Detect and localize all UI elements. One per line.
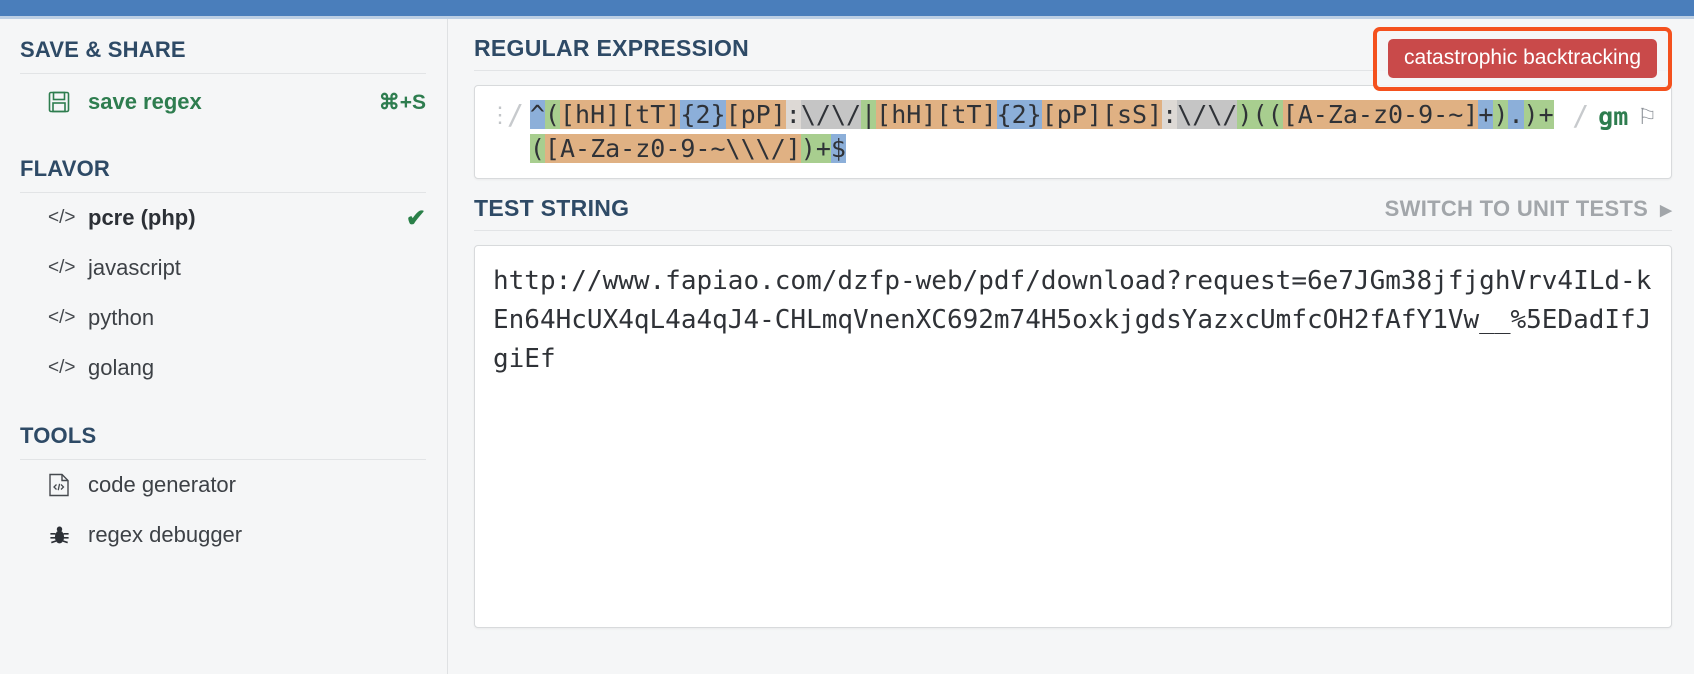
regex-token-class: [hH]: [876, 100, 937, 129]
sidebar-item-label: regex debugger: [88, 522, 243, 547]
regex-token-class: [tT]: [936, 100, 997, 129]
regex-token-class: [hH]: [559, 100, 621, 129]
regex-token-group: (: [1252, 100, 1268, 129]
save-regex-shortcut: ⌘+S: [378, 90, 426, 114]
regex-token-anchor: ^: [529, 100, 545, 129]
regex101-app: SAVE & SHARE save regex ⌘+S FLAVOR </> p…: [0, 0, 1694, 674]
sidebar-item-flavor-golang[interactable]: </> golang: [20, 343, 426, 393]
regex-token-group: ): [1493, 100, 1509, 129]
code-file-icon: [48, 473, 88, 497]
regex-token-group: ): [1523, 100, 1539, 129]
code-brackets-icon: </>: [48, 257, 76, 278]
regex-token-class: [A-Za-z0-9-~]: [1282, 100, 1479, 129]
regex-token-anchor: $: [830, 134, 846, 163]
test-string-input[interactable]: http://www.fapiao.com/dzfp-web/pdf/downl…: [493, 262, 1653, 379]
regex-token-quant: +: [1478, 100, 1494, 129]
switch-to-unit-tests-label: SWITCH TO UNIT TESTS: [1384, 196, 1649, 221]
regex-token-group: ): [800, 134, 816, 163]
sidebar-item-code-generator[interactable]: code generator: [20, 460, 426, 510]
regex-close-delimiter: /: [1572, 99, 1590, 132]
regex-token-class: [tT]: [620, 100, 681, 129]
sidebar-item-label: python: [88, 305, 155, 330]
sidebar-item-save-regex[interactable]: save regex ⌘+S: [20, 74, 426, 130]
regex-token-group: +: [815, 134, 831, 163]
main-panel: REGULAR EXPRESSION catastrophic backtrac…: [448, 19, 1694, 674]
regex-token-lit: \/\/: [1177, 100, 1238, 129]
sidebar-section-title-save-share: SAVE & SHARE: [20, 37, 426, 74]
flag-icon[interactable]: ⚐: [1637, 100, 1657, 134]
regex-flags-value[interactable]: gm: [1598, 100, 1628, 134]
bug-icon: [48, 524, 88, 547]
sidebar-section-title-flavor: FLAVOR: [20, 156, 426, 193]
regex-flags-area: / gm ⚐: [1572, 98, 1657, 134]
sidebar-item-flavor-pcre[interactable]: </> pcre (php) ✔: [20, 193, 426, 243]
status-badge-catastrophic-backtracking[interactable]: catastrophic backtracking: [1388, 39, 1657, 78]
error-badge-annotation-region: catastrophic backtracking: [1373, 27, 1672, 91]
regex-open-delimiter: /: [507, 98, 524, 131]
regex-token-plain: :: [1162, 100, 1178, 129]
annotation-rectangle: catastrophic backtracking: [1373, 27, 1672, 91]
regex-token-class: [sS]: [1101, 100, 1163, 129]
drag-handle-icon[interactable]: ⋮: [489, 98, 511, 126]
sidebar-item-label: code generator: [88, 472, 236, 497]
regex-token-quant: {2}: [680, 100, 726, 129]
switch-to-unit-tests-button[interactable]: SWITCH TO UNIT TESTS ▶: [1385, 196, 1672, 222]
regex-token-group: +: [1538, 100, 1554, 129]
regex-token-group: (: [529, 134, 545, 163]
code-brackets-icon: </>: [48, 307, 76, 328]
sidebar-item-label: save regex: [88, 89, 202, 114]
floppy-disk-icon: [48, 91, 88, 113]
sidebar-item-flavor-python[interactable]: </> python: [20, 293, 426, 343]
regex-token-group: ): [1237, 100, 1253, 129]
regex-token-plain: :: [785, 100, 801, 129]
regex-token-group: (: [1267, 100, 1283, 129]
regex-token-lit: \/\/: [800, 100, 862, 129]
sidebar: SAVE & SHARE save regex ⌘+S FLAVOR </> p…: [0, 19, 448, 674]
regex-token-quant: .: [1508, 100, 1524, 129]
top-blue-bar: [0, 0, 1694, 16]
sidebar-item-flavor-javascript[interactable]: </> javascript: [20, 243, 426, 293]
code-brackets-icon: </>: [48, 207, 76, 228]
page-content: SAVE & SHARE save regex ⌘+S FLAVOR </> p…: [0, 19, 1694, 674]
sidebar-item-label: javascript: [88, 255, 181, 280]
regex-input-box[interactable]: ⋮ / ^([hH][tT]{2}[pP]:\/\/|[hH][tT]{2}[p…: [474, 85, 1672, 179]
test-string-box[interactable]: http://www.fapiao.com/dzfp-web/pdf/downl…: [474, 245, 1672, 628]
regex-token-group: |: [861, 100, 877, 129]
regex-token-class: [pP]: [1041, 100, 1102, 129]
chevron-right-icon: ▶: [1660, 202, 1672, 219]
sidebar-section-title-tools: TOOLS: [20, 423, 426, 460]
regex-token-group: (: [544, 100, 560, 129]
sidebar-item-label: golang: [88, 355, 155, 380]
sidebar-item-regex-debugger[interactable]: regex debugger: [20, 510, 426, 560]
test-string-title: TEST STRING: [474, 195, 630, 221]
regular-expression-title: REGULAR EXPRESSION: [474, 35, 750, 61]
code-brackets-icon: </>: [48, 357, 76, 378]
regex-token-class: [pP]: [725, 100, 786, 129]
check-icon: ✔: [405, 204, 426, 232]
sidebar-item-label: pcre (php): [88, 205, 196, 230]
test-string-panel-header: TEST STRING SWITCH TO UNIT TESTS ▶: [474, 195, 1672, 231]
regex-token-class: [A-Za-z0-9-~\\\/]: [544, 134, 801, 163]
regex-pattern-input[interactable]: ^([hH][tT]{2}[pP]:\/\/|[hH][tT]{2}[pP][s…: [529, 98, 1572, 166]
regex-token-quant: {2}: [996, 100, 1042, 129]
